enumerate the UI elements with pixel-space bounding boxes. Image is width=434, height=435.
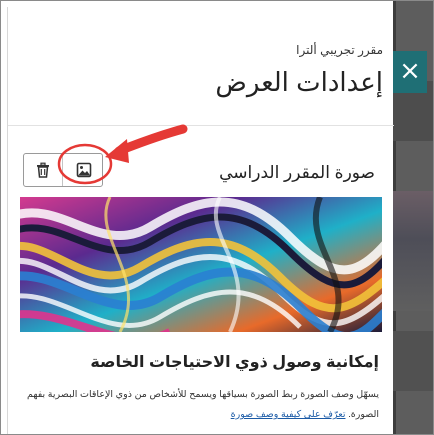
course-name: مقرر تجريبي ألترا <box>296 43 383 57</box>
course-image-section-title: صورة المقرر الدراسي <box>219 163 375 182</box>
accessibility-title: إمكانية وصول ذوي الاحتياجات الخاصة <box>90 354 379 371</box>
backdrop-shade <box>393 191 433 311</box>
trash-icon <box>37 162 49 178</box>
image-icon <box>76 162 91 178</box>
header-divider <box>8 125 394 126</box>
close-icon: × <box>399 56 421 86</box>
close-button[interactable]: × <box>393 51 427 93</box>
accessibility-description: يسهّل وصف الصورة ربط الصورة بسياقها ويسم… <box>23 385 379 425</box>
course-banner-image <box>20 197 382 332</box>
backdrop-shade <box>393 331 433 391</box>
delete-image-button[interactable] <box>24 154 63 186</box>
display-settings-panel: مقرر تجريبي ألترا إعدادات العرض صورة الم… <box>7 7 394 434</box>
change-image-button[interactable] <box>64 154 103 186</box>
screenshot-frame: × مقرر تجريبي ألترا إعدادات العرض صورة ا… <box>0 0 434 435</box>
panel-title: إعدادات العرض <box>215 67 383 97</box>
image-action-buttons <box>23 153 103 187</box>
learn-to-describe-image-link[interactable]: تعرّف على كيفية وصف صورة <box>231 409 346 420</box>
